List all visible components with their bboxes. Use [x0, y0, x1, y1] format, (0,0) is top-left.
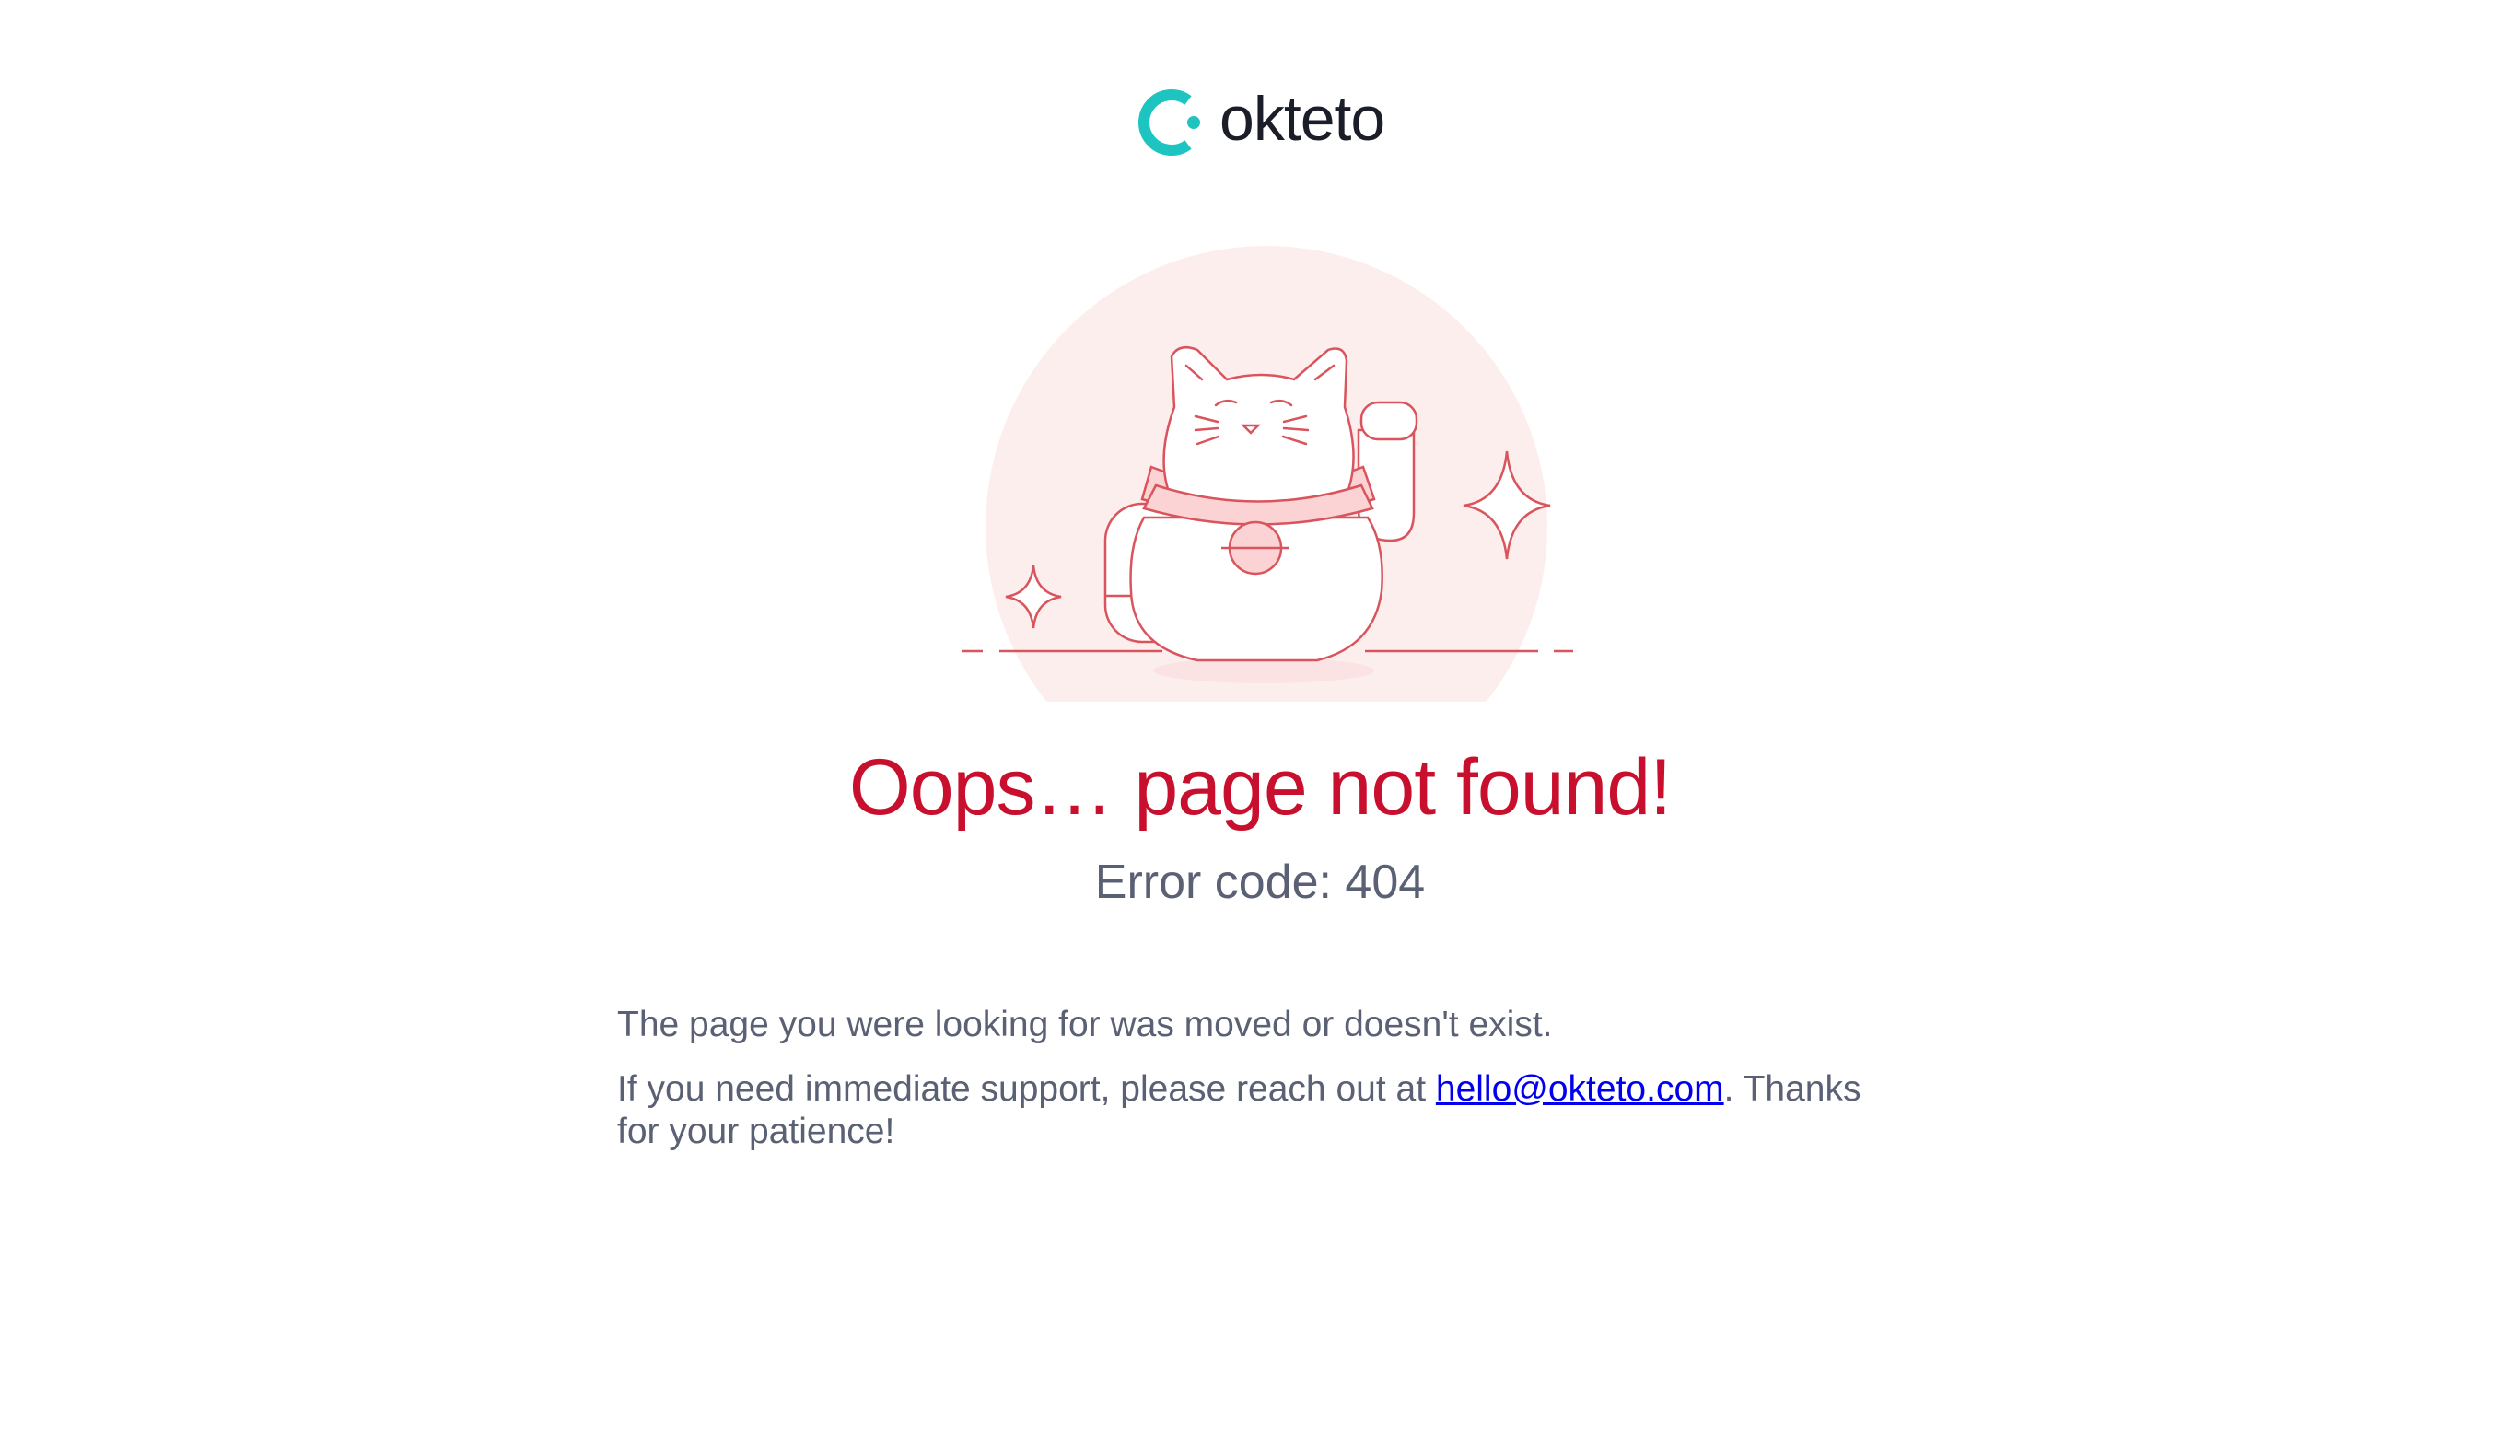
error-message: The page you were looking for was moved … — [617, 1004, 1907, 1175]
message-line-1: The page you were looking for was moved … — [617, 1005, 1553, 1044]
error-title: Oops… page not found! — [848, 743, 1672, 832]
error-code: Error code: 404 — [1094, 856, 1426, 909]
okteto-ring-icon — [1138, 89, 1200, 156]
message-line-2-prefix: If you need immediate support, please re… — [617, 1069, 1436, 1109]
not-found-page: okteto Oops… page not found! Error code:… — [0, 0, 2520, 1456]
message-line-2: If you need immediate support, please re… — [617, 1068, 1907, 1153]
support-email-link[interactable]: hello@okteto.com — [1436, 1069, 1724, 1109]
lucky-cat-icon — [962, 246, 1573, 702]
okteto-logo[interactable]: okteto — [1135, 81, 1402, 164]
brand-name: okteto — [1219, 84, 1385, 154]
